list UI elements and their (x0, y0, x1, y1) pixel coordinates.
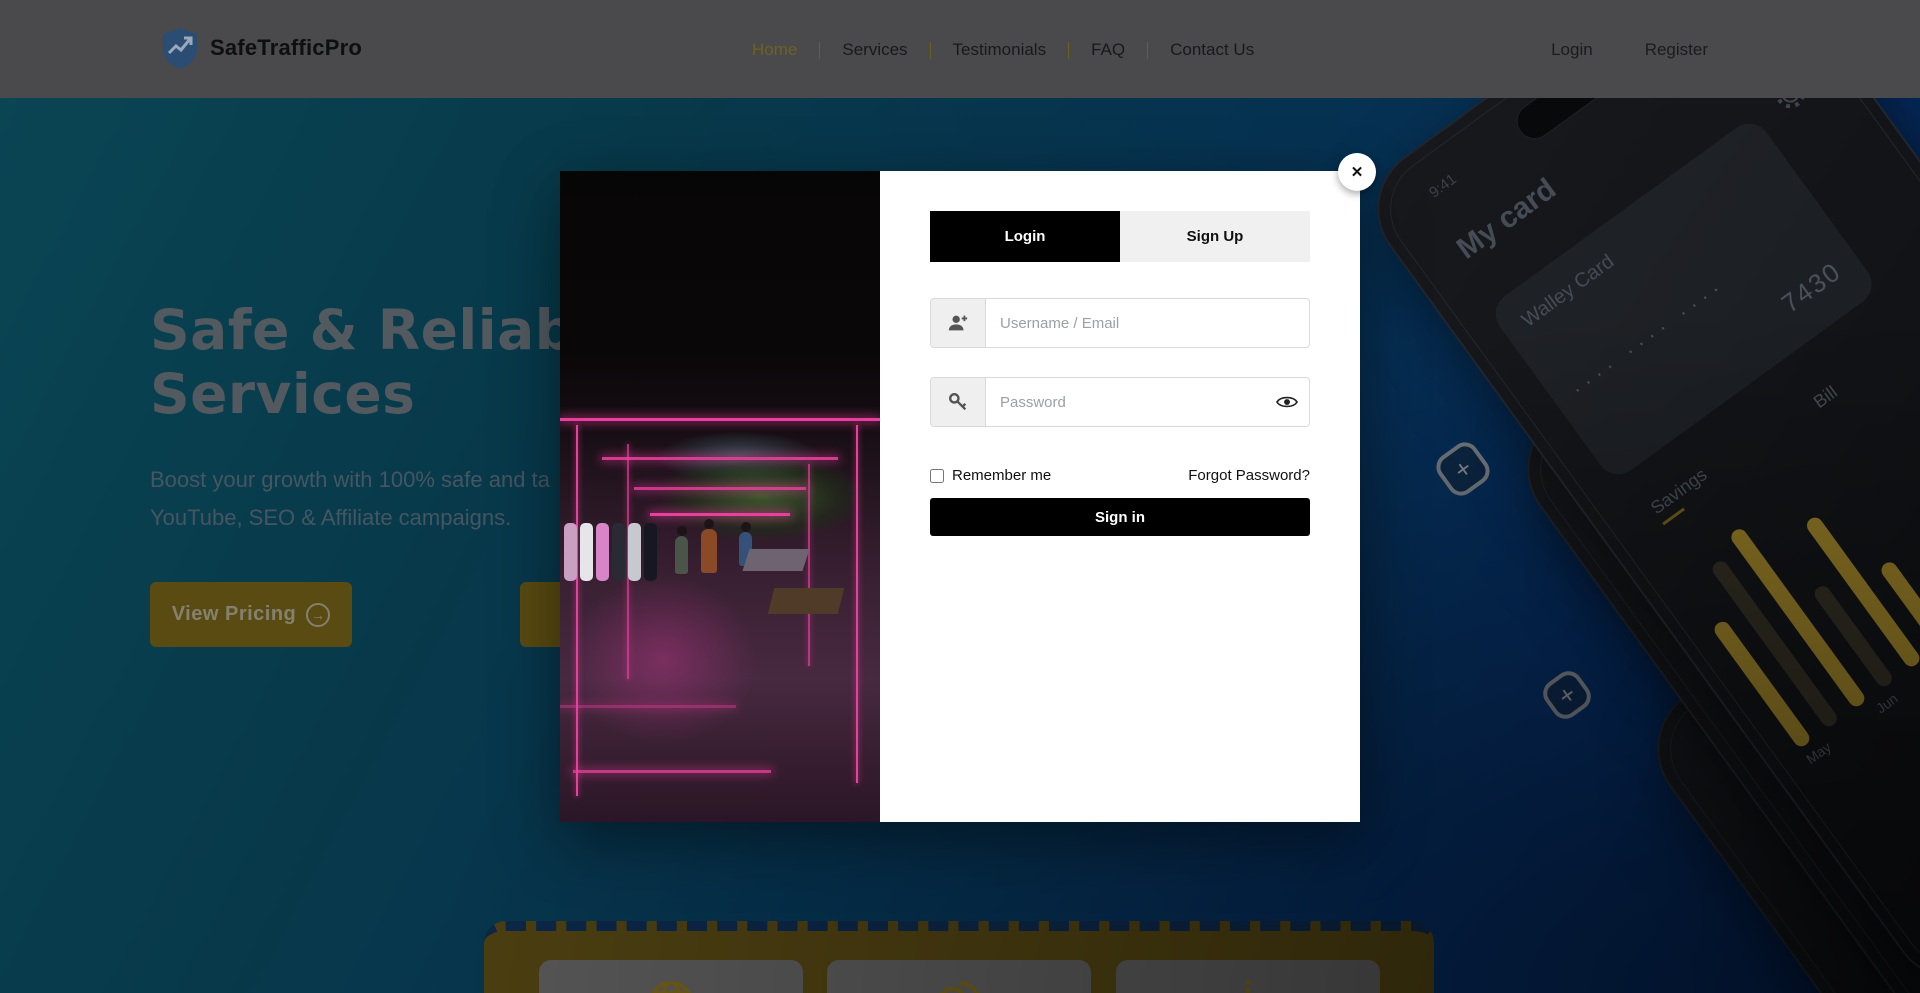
forgot-password-link[interactable]: Forgot Password? (1188, 467, 1310, 484)
header: SafeTrafficPro Home Services Testimonial… (0, 0, 1920, 98)
savings-label: Savings (1647, 464, 1716, 525)
tab-login[interactable]: Login (930, 211, 1120, 262)
auth-links: Login Register (1551, 40, 1708, 60)
phone-screen-title: My card (1451, 172, 1563, 266)
nav-item-services[interactable]: Services (842, 40, 907, 60)
login-modal: Login Sign Up (560, 171, 1360, 822)
bill-label: Bill (1810, 382, 1842, 413)
gear-icon (1768, 98, 1813, 116)
brand-name: SafeTrafficPro (210, 35, 362, 61)
feature-card[interactable] (539, 960, 803, 993)
close-icon[interactable]: ✕ (1338, 153, 1376, 191)
password-field-group (930, 377, 1310, 427)
person-silhouette (701, 529, 717, 573)
wallet-card-name: Walley Card (1518, 250, 1619, 332)
remember-me[interactable]: Remember me (930, 467, 1051, 484)
features-strip (484, 921, 1434, 993)
sign-in-button[interactable]: Sign in (930, 498, 1310, 536)
eye-icon (1276, 394, 1298, 410)
login-link[interactable]: Login (1551, 40, 1593, 60)
remember-checkbox[interactable] (930, 469, 944, 483)
login-form: Login Sign Up (880, 171, 1360, 822)
password-input[interactable] (986, 378, 1265, 426)
view-pricing-button[interactable]: View Pricing → (150, 582, 352, 647)
nav-item-contact[interactable]: Contact Us (1170, 40, 1254, 60)
nav-separator (819, 42, 820, 59)
brand-logo[interactable]: SafeTrafficPro (160, 26, 362, 70)
add-user-icon (931, 299, 986, 347)
auth-tabs: Login Sign Up (930, 211, 1310, 262)
phone-clock: 9:41 (1426, 171, 1460, 202)
nav-separator (1068, 42, 1069, 59)
plus-badge-icon: + (1431, 437, 1495, 501)
nav-item-home[interactable]: Home (752, 40, 797, 60)
username-field-group (930, 298, 1310, 348)
nav-separator (1147, 42, 1148, 59)
card-last-digits: 7430 (1776, 256, 1847, 320)
page: SafeTrafficPro Home Services Testimonial… (0, 0, 1920, 993)
shield-logo-icon (160, 26, 200, 70)
nav-item-testimonials[interactable]: Testimonials (953, 40, 1047, 60)
remember-row: Remember me Forgot Password? (930, 467, 1310, 484)
card-number-dots: ···· ···· ···· (1567, 273, 1731, 402)
phone-notch (1510, 98, 1640, 146)
phone-mockup-1: 9:41 My card Walley Card ···· ···· ···· … (1352, 98, 1920, 993)
arrow-circle-icon: → (306, 603, 330, 627)
bell-icon (1704, 98, 1746, 104)
toggle-password-visibility[interactable] (1265, 378, 1309, 426)
tab-signup[interactable]: Sign Up (1120, 211, 1310, 262)
analytics-icon (1220, 976, 1276, 993)
plus-badge-icon: + (1538, 666, 1597, 725)
feature-card[interactable] (827, 960, 1091, 993)
key-icon (931, 378, 986, 426)
swirl-icon (931, 976, 987, 993)
modal-photo (560, 171, 880, 822)
globe-icon (643, 976, 699, 993)
nav-item-faq[interactable]: FAQ (1091, 40, 1125, 60)
plant-wall (662, 454, 860, 539)
register-link[interactable]: Register (1645, 40, 1708, 60)
main-nav: Home Services Testimonials FAQ Contact U… (752, 40, 1254, 60)
person-silhouette (675, 536, 688, 574)
username-input[interactable] (986, 299, 1309, 347)
feature-card[interactable] (1116, 960, 1380, 993)
nav-separator (930, 42, 931, 59)
wallet-card: Walley Card ···· ···· ···· 7430 (1487, 115, 1880, 483)
